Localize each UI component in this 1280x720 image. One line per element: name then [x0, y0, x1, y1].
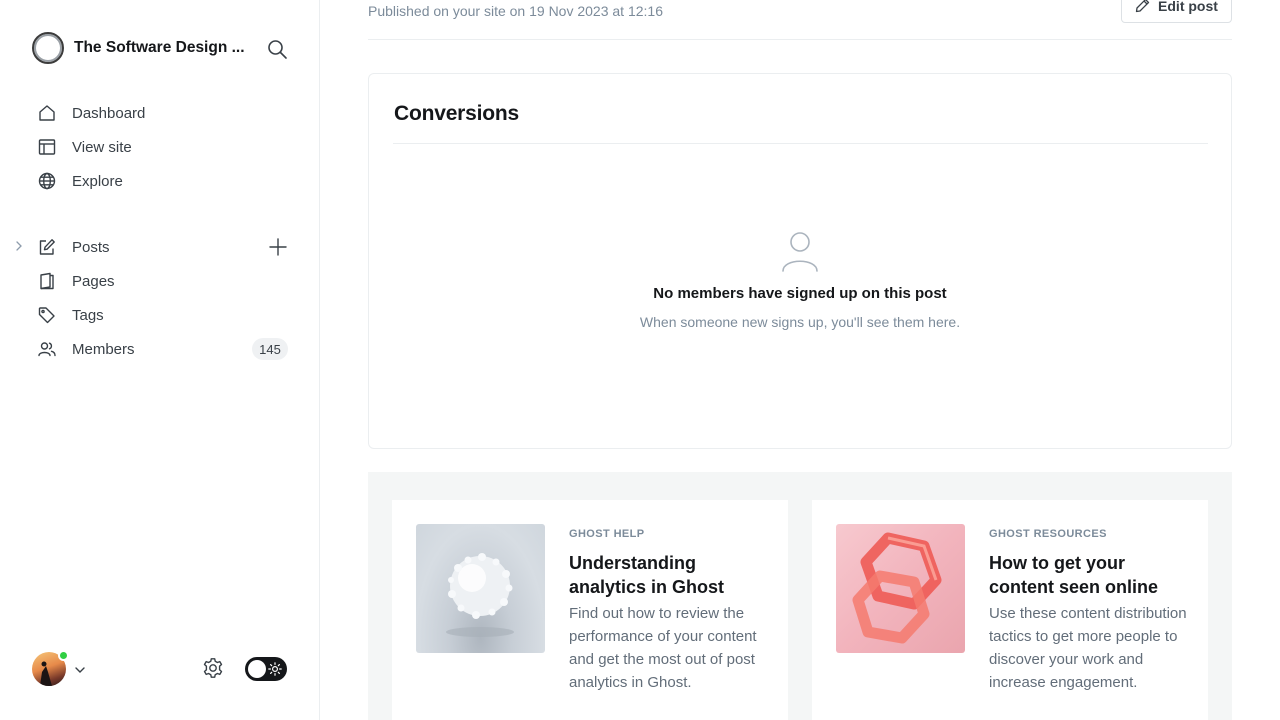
pencil-icon [1135, 0, 1150, 13]
sidebar-item-pages[interactable]: Pages [32, 264, 296, 298]
user-icon [781, 231, 819, 273]
layout-icon [37, 137, 57, 157]
main-nav: Dashboard View site Explore [32, 96, 296, 198]
resource-tag: GHOST RESOURCES [989, 528, 1107, 540]
sidebar-item-label: Pages [72, 272, 115, 290]
members-icon [37, 339, 57, 359]
resource-image [416, 524, 545, 653]
resource-text: GHOST HELP Understanding analytics in Gh… [569, 528, 769, 694]
sidebar-item-posts[interactable]: Posts [16, 230, 296, 264]
sidebar-item-label: Members [72, 340, 135, 358]
online-status-dot [58, 650, 69, 661]
sidebar-footer [32, 650, 288, 686]
sidebar-item-tags[interactable]: Tags [32, 298, 296, 332]
edit-post-label: Edit post [1158, 0, 1218, 14]
published-info: Published on your site on 19 Nov 2023 at… [368, 3, 663, 19]
toggle-knob [248, 660, 266, 678]
resource-tag: GHOST HELP [569, 528, 645, 540]
empty-state-subtitle: When someone new signs up, you'll see th… [639, 314, 961, 330]
conversions-card: Conversions No members have signed up on… [368, 73, 1232, 449]
resource-card-analytics[interactable]: GHOST HELP Understanding analytics in Gh… [392, 500, 788, 720]
resource-image [836, 524, 965, 653]
sidebar-item-label: Posts [72, 238, 110, 256]
sidebar-item-view-site[interactable]: View site [32, 130, 296, 164]
page-icon [37, 271, 57, 291]
members-count-badge: 145 [252, 338, 288, 360]
resource-description: Use these content distribution tactics t… [989, 605, 1187, 691]
tag-icon [37, 305, 57, 325]
add-post-icon[interactable] [268, 237, 288, 257]
sidebar-item-explore[interactable]: Explore [32, 164, 296, 198]
gear-icon[interactable] [202, 657, 224, 679]
sidebar-item-label: View site [72, 138, 132, 156]
resource-title: How to get your content seen online [989, 553, 1159, 597]
divider [393, 143, 1208, 144]
site-title[interactable]: The Software Design ... [74, 39, 250, 57]
sidebar-item-label: Tags [72, 306, 104, 324]
resource-card-distribution[interactable]: GHOST RESOURCES How to get your content … [812, 500, 1208, 720]
content-nav: Posts Pages Tags Members 145 [16, 230, 296, 366]
divider [368, 39, 1232, 40]
site-header: The Software Design ... [32, 32, 288, 64]
site-logo[interactable] [32, 32, 64, 64]
resources-section: GHOST HELP Understanding analytics in Gh… [368, 472, 1232, 720]
sidebar-item-members[interactable]: Members 145 [32, 332, 296, 366]
main-content: Published on your site on 19 Nov 2023 at… [320, 0, 1280, 720]
theme-toggle[interactable] [245, 657, 287, 681]
edit-post-button[interactable]: Edit post [1121, 0, 1232, 23]
resource-title: Understanding analytics in Ghost [569, 553, 725, 597]
resource-text: GHOST RESOURCES How to get your content … [989, 528, 1189, 694]
sidebar-item-dashboard[interactable]: Dashboard [32, 96, 296, 130]
sun-icon [268, 662, 282, 676]
home-icon [37, 103, 57, 123]
sidebar: The Software Design ... Dashboard View s… [0, 0, 320, 720]
chevron-down-icon[interactable] [74, 663, 86, 675]
empty-state-title: No members have signed up on this post [653, 285, 947, 302]
search-icon[interactable] [266, 38, 288, 60]
edit-icon [37, 237, 57, 257]
sidebar-item-label: Dashboard [72, 104, 146, 122]
resource-description: Find out how to review the performance o… [569, 605, 757, 691]
sidebar-item-label: Explore [72, 172, 123, 190]
chevron-right-icon[interactable] [12, 239, 26, 253]
conversions-title: Conversions [394, 102, 519, 125]
globe-icon [37, 171, 57, 191]
